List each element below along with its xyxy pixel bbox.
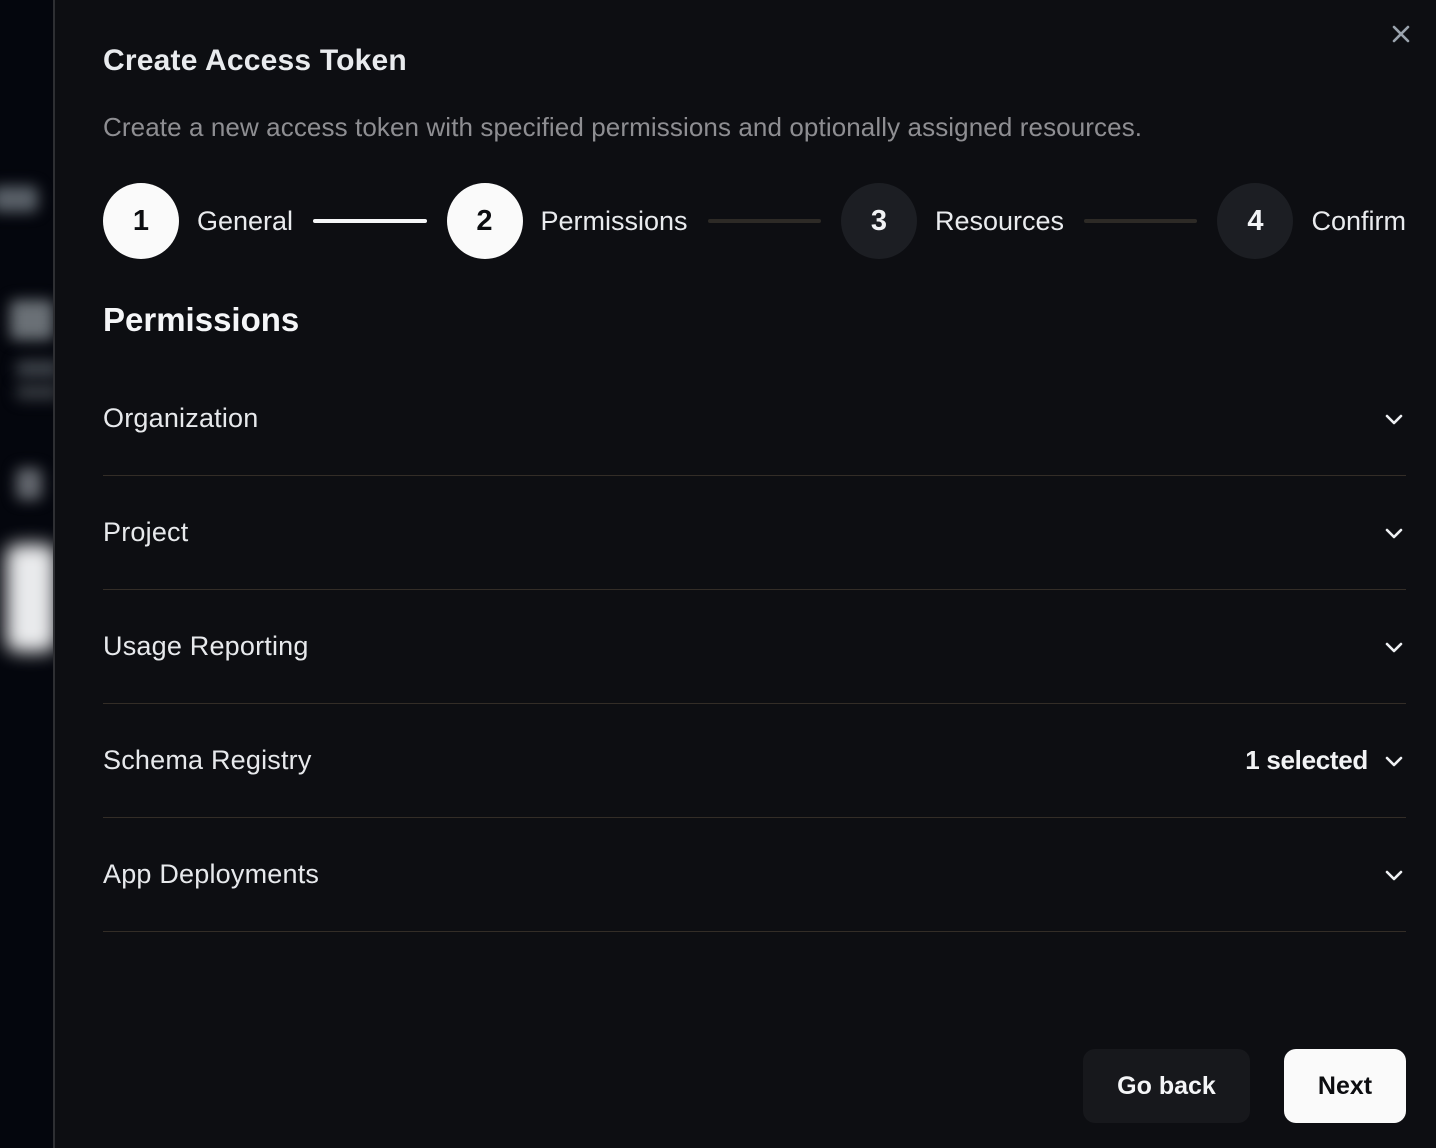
blurred-background-item bbox=[10, 300, 54, 340]
chevron-down-icon bbox=[1382, 635, 1406, 659]
close-button[interactable] bbox=[1384, 18, 1418, 52]
chevron-down-icon bbox=[1382, 407, 1406, 431]
modal-footer: Go back Next bbox=[103, 1049, 1406, 1123]
accordion-row-label: Project bbox=[103, 517, 188, 548]
accordion-row-schema-registry[interactable]: Schema Registry 1 selected bbox=[103, 704, 1406, 818]
accordion-row-label: Organization bbox=[103, 403, 259, 434]
step-label: Confirm bbox=[1311, 206, 1406, 237]
step-number-badge: 1 bbox=[103, 183, 179, 259]
step-general[interactable]: 1 General bbox=[103, 183, 293, 259]
close-icon bbox=[1388, 21, 1414, 50]
next-button[interactable]: Next bbox=[1284, 1049, 1406, 1123]
step-confirm[interactable]: 4 Confirm bbox=[1217, 183, 1406, 259]
step-label: General bbox=[197, 206, 293, 237]
page-title: Create Access Token bbox=[103, 44, 1406, 78]
chevron-down-icon bbox=[1382, 521, 1406, 545]
accordion-row-app-deployments[interactable]: App Deployments bbox=[103, 818, 1406, 932]
step-label: Permissions bbox=[541, 206, 688, 237]
step-label: Resources bbox=[935, 206, 1064, 237]
page-subtitle: Create a new access token with specified… bbox=[103, 112, 1406, 143]
stepper-connector bbox=[708, 219, 821, 223]
wizard-stepper: 1 General 2 Permissions 3 Resources 4 Co… bbox=[103, 183, 1406, 259]
blurred-background-item bbox=[16, 384, 54, 400]
blurred-background-item bbox=[6, 544, 54, 652]
step-permissions[interactable]: 2 Permissions bbox=[447, 183, 688, 259]
step-number-badge: 2 bbox=[447, 183, 523, 259]
accordion-row-label: App Deployments bbox=[103, 859, 319, 890]
step-number-badge: 4 bbox=[1217, 183, 1293, 259]
blurred-background-item bbox=[16, 360, 54, 378]
selection-count-badge: 1 selected bbox=[1245, 745, 1368, 776]
chevron-down-icon bbox=[1382, 749, 1406, 773]
create-access-token-modal: Create Access Token Create a new access … bbox=[55, 0, 1436, 1148]
section-heading-permissions: Permissions bbox=[103, 301, 1406, 339]
background-app-area bbox=[0, 0, 54, 1148]
blurred-background-item bbox=[0, 186, 38, 212]
chevron-down-icon bbox=[1382, 863, 1406, 887]
stepper-connector bbox=[313, 219, 426, 223]
accordion-row-project[interactable]: Project bbox=[103, 476, 1406, 590]
stepper-connector bbox=[1084, 219, 1197, 223]
accordion-row-label: Usage Reporting bbox=[103, 631, 309, 662]
accordion-row-usage-reporting[interactable]: Usage Reporting bbox=[103, 590, 1406, 704]
step-number-badge: 3 bbox=[841, 183, 917, 259]
step-resources[interactable]: 3 Resources bbox=[841, 183, 1064, 259]
accordion-row-organization[interactable]: Organization bbox=[103, 362, 1406, 476]
permissions-accordion: Organization Project Usage Reporting bbox=[103, 362, 1406, 932]
accordion-row-label: Schema Registry bbox=[103, 745, 312, 776]
blurred-background-item bbox=[16, 468, 42, 500]
go-back-button[interactable]: Go back bbox=[1083, 1049, 1250, 1123]
